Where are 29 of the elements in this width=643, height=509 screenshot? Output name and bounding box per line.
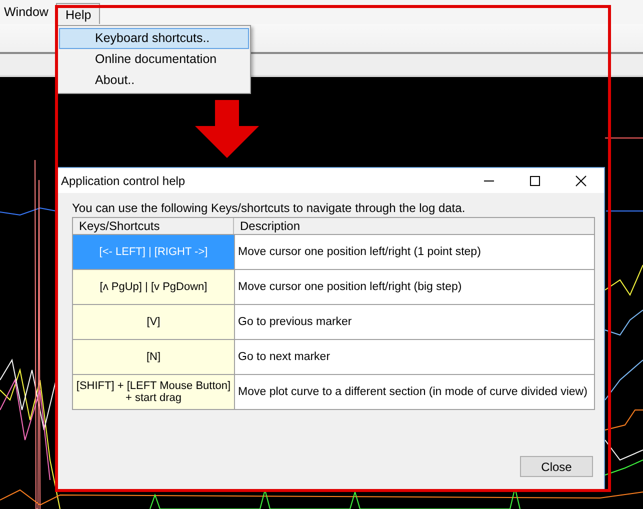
menu-item[interactable]: Window [0, 0, 52, 24]
column-header: Description [239, 218, 302, 234]
maximize-icon [529, 174, 541, 186]
column-header: Keys/Shortcuts [73, 218, 234, 234]
table-cell: [N] [73, 340, 234, 374]
intro-text: You can use the following Keys/shortcuts to navigate through the log data. [72, 201, 466, 215]
down-arrow-icon [195, 100, 259, 158]
menu-item[interactable]: Keyboard shortcuts.. [59, 28, 249, 49]
plot-line [604, 264, 643, 296]
menu-item[interactable]: Online documentation [59, 49, 249, 70]
table-cell: [V] [73, 305, 234, 339]
plot-line [604, 460, 643, 476]
table-cell: [<- LEFT] | [RIGHT ->] [73, 235, 234, 269]
plot-line [604, 360, 643, 400]
table-cell: [SHIFT] + [LEFT Mouse Button] + start drag [73, 375, 234, 409]
close-icon [575, 174, 587, 186]
table-cell: Move cursor one position left/right (1 point step) [234, 235, 594, 269]
menu-item[interactable]: About.. [59, 70, 249, 91]
table-cell: Go to next marker [234, 340, 594, 374]
plot-line [604, 310, 643, 336]
table-cell: Move plot curve to a different section (in mode of curve divided view) [234, 375, 594, 409]
table-cell: Move cursor one position left/right (big step) [234, 270, 594, 304]
table-cell: [ʌ PgUp] | [v PgDown] [73, 270, 234, 304]
window-title: Application control help [60, 174, 186, 188]
close-button[interactable]: Close [520, 456, 593, 477]
plot-line [606, 210, 643, 212]
plot-line [604, 440, 643, 461]
table-cell: Go to previous marker [234, 305, 594, 339]
plot-line [604, 410, 643, 430]
